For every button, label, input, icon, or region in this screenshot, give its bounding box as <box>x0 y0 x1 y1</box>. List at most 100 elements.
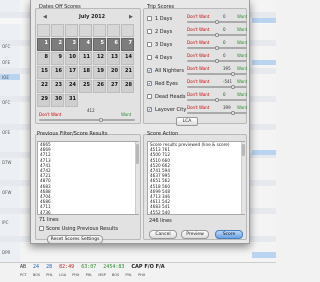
calendar-day[interactable]: 28 <box>121 80 134 93</box>
background-mark: OFW <box>2 190 12 195</box>
background-airport-row: PCT BOS PHL LGA PHX PHL MSP BOS PHL PHX <box>20 273 150 277</box>
calendar-day[interactable]: 30 <box>51 94 64 107</box>
background-mark: IOE <box>2 75 9 80</box>
calendar-month-title: July 2012 <box>79 14 106 20</box>
calendar-day[interactable]: 21 <box>121 66 134 79</box>
airport-cell: PCT <box>20 273 27 277</box>
calendar-day[interactable]: 14 <box>121 52 134 65</box>
cancel-button[interactable]: Cancel <box>149 230 177 239</box>
slider-want-label: Want <box>237 14 248 19</box>
calendar-day[interactable]: 5 <box>93 38 106 51</box>
previous-results-scrollbar[interactable] <box>135 142 139 214</box>
calendar-day[interactable]: 4 <box>79 38 92 51</box>
previous-results-count: 71 lines <box>39 217 59 223</box>
scrollbar-thumb[interactable] <box>136 144 139 164</box>
calendar-empty-cell <box>79 24 92 37</box>
calendar-day[interactable]: 1 <box>37 38 50 51</box>
trip-checkbox[interactable] <box>147 94 152 99</box>
slider-value: 0 <box>223 14 226 19</box>
calendar-day[interactable]: 24 <box>65 80 78 93</box>
trip-checkbox[interactable]: ✔ <box>147 107 152 112</box>
scrollbar-thumb[interactable] <box>242 144 245 156</box>
preview-button[interactable]: Preview <box>181 230 209 239</box>
slider-knob[interactable] <box>231 85 235 89</box>
calendar-empty-cell <box>51 24 64 37</box>
airport-cell: PHL <box>46 273 53 277</box>
calendar-day[interactable]: 26 <box>93 80 106 93</box>
slider-track[interactable] <box>187 73 247 75</box>
slider-knob[interactable] <box>215 46 219 50</box>
background-highlight <box>252 18 276 23</box>
calendar-day[interactable]: 12 <box>93 52 106 65</box>
slider-knob[interactable] <box>215 33 219 37</box>
calendar-day[interactable]: 15 <box>37 66 50 79</box>
score-results-scrollbar[interactable] <box>241 142 245 214</box>
calendar-day[interactable]: 19 <box>93 66 106 79</box>
calendar-day[interactable]: 23 <box>51 80 64 93</box>
calendar-day[interactable]: 11 <box>79 52 92 65</box>
slider-dont-want-label: Don't Want <box>187 92 210 97</box>
score-results-list[interactable]: Score results previewed (line & score) 4… <box>147 141 245 215</box>
calendar-day[interactable]: 9 <box>51 52 64 65</box>
calendar-day[interactable]: 13 <box>107 52 120 65</box>
trip-checkbox[interactable] <box>147 42 152 47</box>
calendar-day[interactable]: 16 <box>51 66 64 79</box>
trip-score-row: 2 Days Don't Want 0 Want <box>147 27 247 39</box>
slider-knob[interactable] <box>215 59 219 63</box>
slider-value: -541 <box>223 79 233 84</box>
slider-knob[interactable] <box>231 72 235 76</box>
calendar-empty-cell <box>93 24 106 37</box>
calendar-day[interactable]: 18 <box>79 66 92 79</box>
trip-checkbox[interactable]: ✔ <box>147 68 152 73</box>
score-button[interactable]: Score <box>215 230 243 239</box>
background-highlight <box>252 252 276 258</box>
score-using-previous-checkbox[interactable] <box>39 226 44 231</box>
slider-value: 412 <box>87 108 95 113</box>
trip-label: Layover City <box>155 107 187 113</box>
reset-scores-button[interactable]: Reset Scores Settings <box>47 235 103 244</box>
calendar-day[interactable]: 20 <box>107 66 120 79</box>
background-mark: IPC <box>2 220 9 225</box>
slider-track[interactable] <box>39 119 135 121</box>
calendar-day[interactable]: 25 <box>79 80 92 93</box>
lca-button[interactable]: LCA <box>176 117 198 126</box>
slider-track[interactable] <box>187 112 247 114</box>
airport-cell: BOS <box>32 273 41 277</box>
slider-dont-want-label: Don't Want <box>187 66 210 71</box>
prev-month-icon[interactable]: ◀ <box>43 14 47 20</box>
slider-dont-want-label: Don't Want <box>187 14 210 19</box>
calendar-grid: 1 2 3 4 5 6 7 8 9 10 11 12 13 14 15 16 17 18 19 20 21 22 23 24 2… <box>37 24 137 107</box>
slider-knob[interactable] <box>231 111 235 115</box>
slider-track[interactable] <box>187 86 247 88</box>
calendar-empty-cell <box>107 24 120 37</box>
slider-dont-want-label: Don't Want <box>187 40 210 45</box>
calendar-day[interactable]: 7 <box>121 38 134 51</box>
calendar-day[interactable]: 29 <box>37 94 50 107</box>
slider-want-label: Want <box>237 27 248 32</box>
previous-results-list[interactable]: 4665 4669 4712 4713 4741 4742 4721 4870 4683 4688… <box>37 141 139 215</box>
slider-knob[interactable] <box>215 98 219 102</box>
calendar-day[interactable]: 8 <box>37 52 50 65</box>
next-month-icon[interactable]: ▶ <box>129 14 133 20</box>
trip-checkbox[interactable] <box>147 16 152 21</box>
slider-knob[interactable] <box>215 20 219 24</box>
slider-value: 395 <box>223 66 231 71</box>
trip-checkbox[interactable]: ✔ <box>147 81 152 86</box>
slider-value: 0 <box>223 40 226 45</box>
slider-value: 399 <box>223 105 231 110</box>
trip-checkbox[interactable] <box>147 29 152 34</box>
trip-checkbox[interactable] <box>147 55 152 60</box>
calendar-day[interactable]: 27 <box>107 80 120 93</box>
trip-score-row: 4 Days Don't Want 0 Want <box>147 53 247 65</box>
calendar-day[interactable]: 17 <box>65 66 78 79</box>
slider-knob[interactable] <box>99 118 103 122</box>
calendar-day[interactable]: 10 <box>65 52 78 65</box>
calendar-day[interactable]: 2 <box>51 38 64 51</box>
calendar-day[interactable]: 3 <box>65 38 78 51</box>
trip-label: 2 Days <box>155 29 173 35</box>
calendar-day[interactable]: 31 <box>65 94 78 107</box>
calendar-day[interactable]: 6 <box>107 38 120 51</box>
trip-scores-title: Trip Scores <box>147 4 175 10</box>
calendar-day[interactable]: 22 <box>37 80 50 93</box>
airport-cell: PHX <box>138 273 146 277</box>
